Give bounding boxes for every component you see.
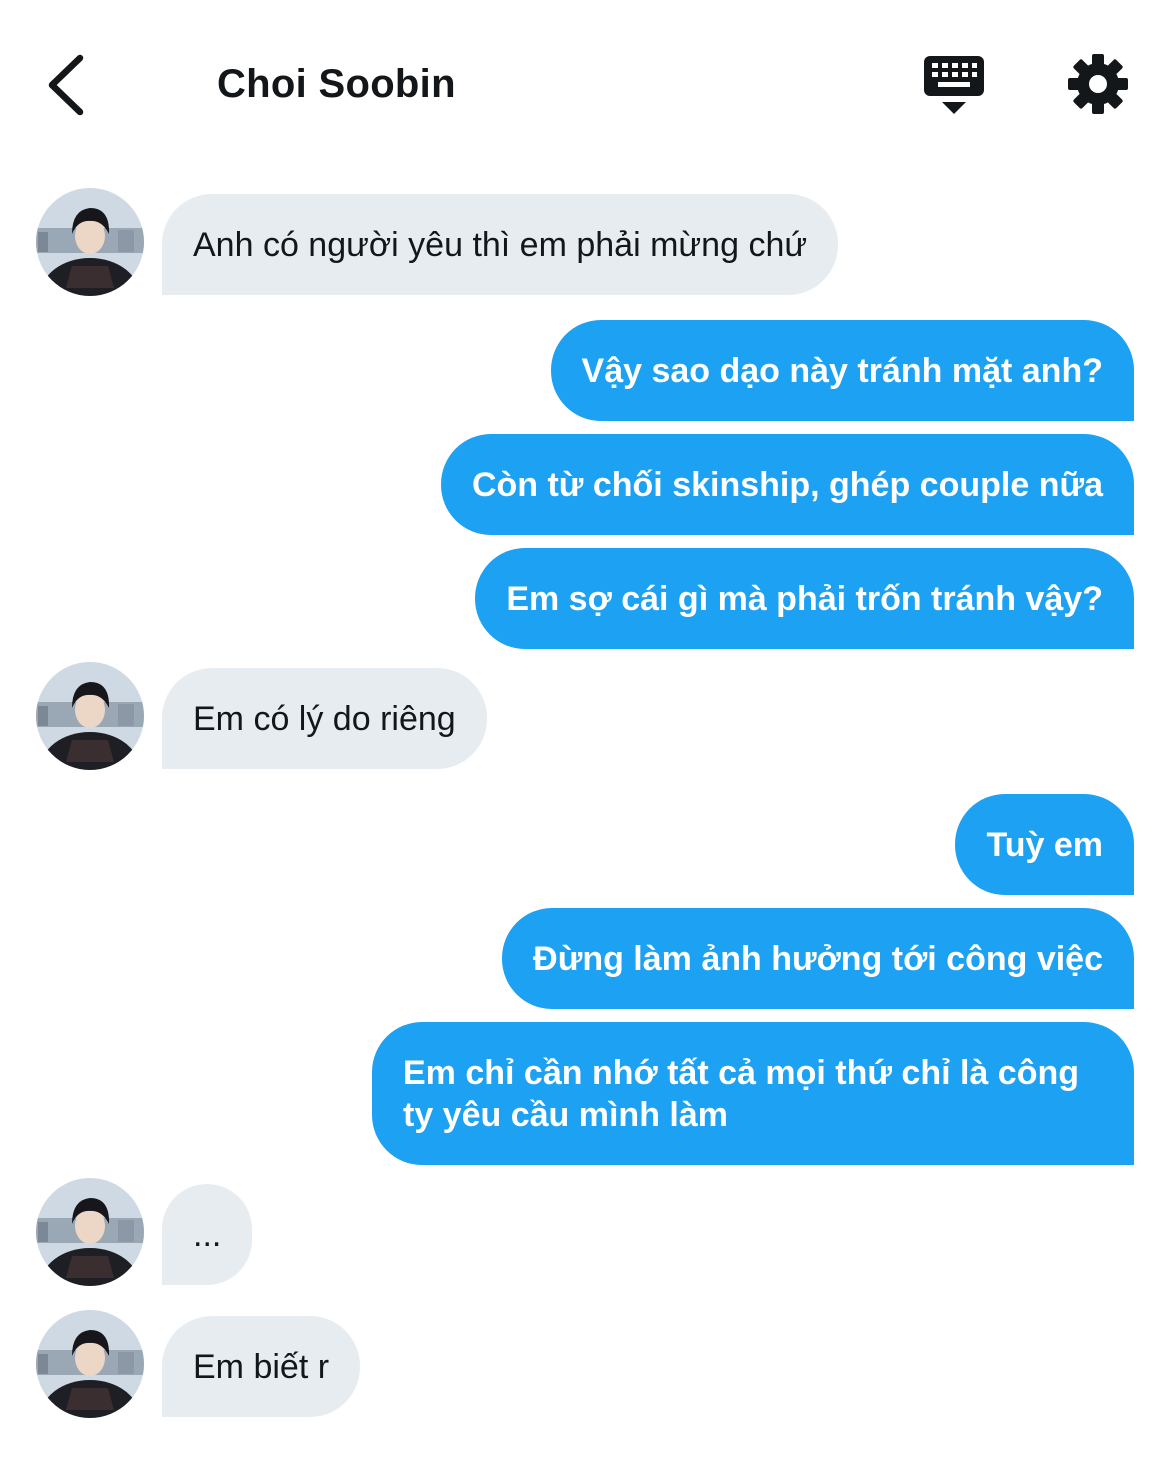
incoming-message[interactable]: Em biết r bbox=[162, 1316, 361, 1417]
message-text: Tuỳ em bbox=[986, 825, 1103, 864]
message-text: Em chỉ cần nhớ tất cả mọi thứ chỉ là côn… bbox=[403, 1053, 1080, 1134]
outgoing-message[interactable]: Vậy sao dạo này tránh mặt anh? bbox=[550, 320, 1134, 421]
contact-photo bbox=[36, 188, 144, 296]
avatar[interactable] bbox=[36, 662, 144, 770]
message-text: Anh có người yêu thì em phải mừng chứ bbox=[193, 225, 808, 264]
message-text: Em biết r bbox=[193, 1347, 330, 1386]
message-text: Em có lý do riêng bbox=[193, 699, 456, 738]
outgoing-message[interactable]: Còn từ chối skinship, ghép couple nữa bbox=[440, 434, 1134, 535]
back-chevron-icon bbox=[48, 54, 84, 116]
gear-icon bbox=[1068, 54, 1128, 114]
settings-button[interactable] bbox=[1066, 52, 1130, 116]
contact-photo bbox=[36, 1178, 144, 1286]
message-text: Vậy sao dạo này tránh mặt anh? bbox=[581, 351, 1103, 390]
message-text: Còn từ chối skinship, ghép couple nữa bbox=[471, 465, 1103, 504]
contact-photo bbox=[36, 662, 144, 770]
keyboard-button[interactable] bbox=[920, 52, 988, 120]
keyboard-icon bbox=[924, 56, 984, 114]
avatar[interactable] bbox=[36, 1310, 144, 1418]
conversation-header: Choi Soobin bbox=[0, 0, 1170, 170]
message-text: Đừng làm ảnh hưởng tới công việc bbox=[533, 939, 1103, 978]
avatar[interactable] bbox=[36, 188, 144, 296]
outgoing-message[interactable]: Đừng làm ảnh hưởng tới công việc bbox=[502, 908, 1134, 1009]
page-title: Choi Soobin bbox=[217, 62, 456, 106]
incoming-message[interactable]: Anh có người yêu thì em phải mừng chứ bbox=[162, 194, 839, 295]
back-button[interactable] bbox=[40, 50, 96, 120]
outgoing-message[interactable]: Em chỉ cần nhớ tất cả mọi thứ chỉ là côn… bbox=[372, 1022, 1134, 1165]
avatar[interactable] bbox=[36, 1178, 144, 1286]
outgoing-message[interactable]: Em sợ cái gì mà phải trốn tránh vậy? bbox=[475, 548, 1134, 649]
contact-photo bbox=[36, 1310, 144, 1418]
message-text: ... bbox=[193, 1215, 222, 1254]
message-text: Em sợ cái gì mà phải trốn tránh vậy? bbox=[506, 579, 1103, 618]
outgoing-message[interactable]: Tuỳ em bbox=[955, 794, 1134, 895]
incoming-message[interactable]: Em có lý do riêng bbox=[162, 668, 487, 769]
incoming-message[interactable]: ... bbox=[162, 1184, 253, 1285]
